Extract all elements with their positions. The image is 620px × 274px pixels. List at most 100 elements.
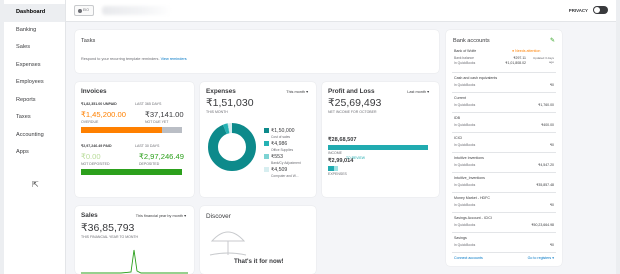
sidebar-item-dashboard[interactable]: Dashboard: [4, 4, 65, 22]
discover-title: Discover: [206, 213, 231, 220]
bank-account-row[interactable]: ICICI In QuickBooks ₹0: [452, 132, 556, 152]
net-income-amount: ₹25,69,493: [328, 97, 382, 109]
sales-line: [81, 249, 188, 274]
invoices-unpaid-period: LAST 365 DAYS: [135, 102, 162, 106]
sidebar: Dashboard Banking Sales Expenses Employe…: [4, 0, 66, 274]
pnl-expenses-label: EXPENSES: [328, 172, 347, 176]
company-logo[interactable]: EIO: [74, 5, 94, 16]
invoices-unpaid-line: ₹1,82,351.00 UNPAID: [81, 102, 117, 106]
invoices-not-deposited-amount: ₹0.00: [81, 152, 101, 161]
bank-account-row[interactable]: Savings Account - ICICI In QuickBooks ₹5…: [452, 212, 556, 232]
profit-and-loss-card: Profit and Loss Last month ▾ ₹25,69,493 …: [322, 82, 439, 197]
sales-line-chart[interactable]: [81, 244, 188, 274]
needs-attention-badge: ● Needs attention: [512, 49, 541, 53]
sales-title: Sales: [81, 212, 98, 219]
sales-card: Sales This financial year by month ▾ ₹36…: [75, 206, 194, 274]
warning-icon: ●: [512, 49, 515, 53]
bank-accounts-footer: Connect accounts Go to registers ▾: [452, 252, 556, 266]
view-reminders-link[interactable]: View reminders: [161, 57, 187, 61]
sales-total: ₹36,85,793: [81, 222, 135, 234]
discover-card: Discover That's it for now!: [200, 206, 316, 274]
profit-loss-title: Profit and Loss: [328, 88, 375, 95]
paid-bar[interactable]: [81, 169, 182, 175]
chevron-down-icon: ▾: [184, 214, 186, 218]
company-logo-text: EIO: [83, 8, 89, 12]
expenses-donut-chart[interactable]: [203, 118, 261, 176]
tasks-card: Tasks Respond to your recurring template…: [75, 30, 439, 73]
expenses-legend-label: Cost of sales: [271, 135, 291, 139]
to-review-label[interactable]: TO REVIEW: [346, 156, 365, 160]
bank-accounts-title: Bank accounts: [453, 38, 490, 44]
bank-account-row[interactable]: Savings In QuickBooks ₹0: [452, 232, 556, 252]
expenses-legend-item[interactable]: ₹4,509: [264, 167, 287, 173]
income-bar[interactable]: [328, 145, 428, 150]
invoices-overdue-label: OVERDUE: [81, 120, 99, 124]
chevron-down-icon: ▾: [306, 90, 308, 94]
sales-total-label: THIS FINANCIAL YEAR TO MONTH: [81, 235, 139, 239]
net-income-label: NET INCOME FOR OCTOBER: [328, 110, 377, 114]
expenses-legend-item[interactable]: ₹4,986: [264, 141, 287, 147]
bank-account-row[interactable]: Money Market - HDFC In QuickBooks ₹0: [452, 192, 556, 212]
top-bar: EIO PRIVACY: [66, 0, 616, 22]
unpaid-bar[interactable]: [81, 127, 182, 133]
connect-accounts-link[interactable]: Connect accounts: [454, 256, 483, 260]
profit-loss-period-dropdown[interactable]: Last month ▾: [407, 89, 429, 94]
invoices-title: Invoices: [81, 88, 107, 95]
invoices-not-due-amount: ₹37,141.00: [145, 110, 184, 119]
company-name-blurred: [102, 6, 172, 15]
invoices-not-deposited-label: NOT DEPOSITED: [81, 162, 110, 166]
expenses-title: Expenses: [206, 88, 236, 95]
privacy-label: PRIVACY: [568, 8, 588, 13]
legend-swatch: [264, 141, 269, 146]
toggle-knob: [594, 7, 600, 13]
invoices-paid-line: ₹2,97,246.49 PAID: [81, 144, 112, 148]
sidebar-item-sales[interactable]: Sales: [4, 39, 65, 57]
expenses-legend-item[interactable]: ₹553: [264, 154, 283, 160]
sidebar-item-apps[interactable]: Apps: [4, 144, 65, 162]
expenses-bar[interactable]: [328, 166, 428, 171]
sidebar-item-accounting[interactable]: Accounting: [4, 127, 65, 145]
pnl-income-amount: ₹28,68,507: [328, 137, 357, 143]
expenses-legend-label: Office Supplies: [271, 148, 294, 152]
sidebar-item-taxes[interactable]: Taxes: [4, 109, 65, 127]
bank-account-row[interactable]: IDB In QuickBooks ₹400.00: [452, 112, 556, 132]
sidebar-item-expenses[interactable]: Expenses: [4, 57, 65, 75]
expenses-legend-label: Bank/Cy Adjustment: [271, 161, 301, 165]
pnl-income-label: INCOME: [328, 151, 342, 155]
bank-accounts-card: Bank accounts ✎ Bank of Wolfe ● Needs at…: [446, 30, 562, 266]
expenses-period-dropdown[interactable]: This month ▾: [286, 89, 308, 94]
bank-account-row[interactable]: Bank of Wolfe ● Needs attention Bank bal…: [452, 46, 556, 72]
legend-swatch: [264, 154, 269, 159]
bank-account-row[interactable]: Cash and cash equivalents In QuickBooks …: [452, 72, 556, 92]
chevron-down-icon: ▾: [427, 90, 429, 94]
invoices-overdue-amount: ₹1,45,200.00: [81, 110, 126, 119]
invoices-deposited-amount: ₹2,97,246.49: [139, 152, 184, 161]
sidebar-item-banking[interactable]: Banking: [4, 22, 65, 40]
sidebar-item-employees[interactable]: Employees: [4, 74, 65, 92]
go-to-registers-dropdown[interactable]: Go to registers ▾: [528, 256, 554, 260]
donut-slice[interactable]: [208, 123, 256, 171]
bank-account-row[interactable]: IntuitIve Inventions In QuickBooks ₹4,54…: [452, 152, 556, 172]
sidebar-item-reports[interactable]: Reports: [4, 92, 65, 110]
chevron-down-icon: ▾: [552, 256, 554, 260]
privacy-toggle[interactable]: [593, 6, 608, 14]
expenses-total: ₹1,51,030: [206, 97, 254, 109]
bank-account-row[interactable]: IntuitIve_Inventions In QuickBooks ₹35,8…: [452, 172, 556, 192]
beach-umbrella-icon: [209, 231, 247, 256]
legend-swatch: [264, 167, 269, 172]
expenses-card: Expenses This month ▾ ₹1,51,030 THIS MON…: [200, 82, 316, 197]
updated-status: Updated 3 days ago: [532, 56, 554, 64]
overdue-bar-fill: [81, 127, 162, 133]
expenses-legend-item[interactable]: ₹1,50,000: [264, 128, 295, 134]
tasks-message: Respond to your recurring template remin…: [81, 57, 187, 61]
company-logo-icon: [78, 9, 82, 13]
discover-message: That's it for now!: [234, 258, 284, 265]
invoices-paid-period: LAST 30 DAYS: [135, 144, 160, 148]
mouse-cursor-icon: ⇱: [32, 180, 39, 189]
deposited-bar-fill: [81, 169, 182, 175]
legend-swatch: [264, 128, 269, 133]
expenses-bar-fill: [328, 166, 338, 171]
sales-period-dropdown[interactable]: This financial year by month ▾: [136, 213, 186, 218]
bank-account-row[interactable]: Current In QuickBooks ₹1,760.00: [452, 92, 556, 112]
pencil-icon[interactable]: ✎: [550, 37, 555, 44]
